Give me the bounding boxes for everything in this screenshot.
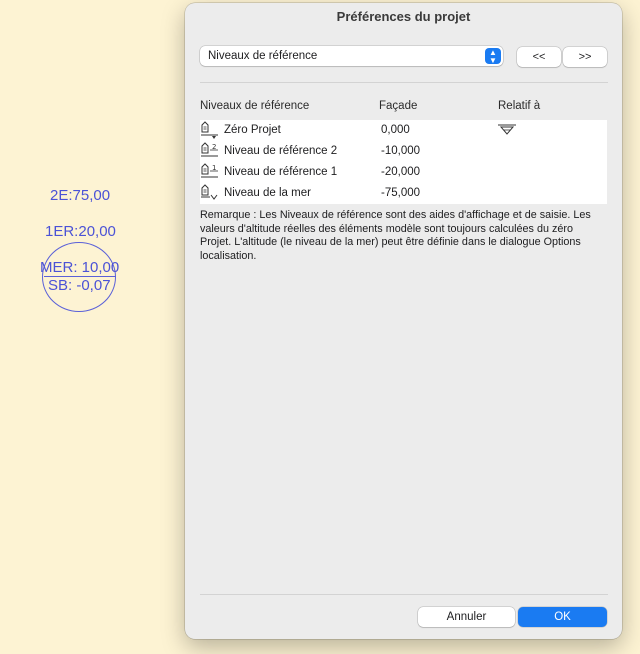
- canvas-label-2e: 2E:75,00: [50, 187, 111, 204]
- table-row[interactable]: Niveau de la mer -75,000: [200, 183, 607, 204]
- reference-level-1-icon: 1: [201, 163, 218, 178]
- level-name: Niveau de référence 1: [224, 166, 338, 178]
- reference-level-2-icon: 2: [201, 142, 218, 157]
- previous-page-button[interactable]: <<: [517, 47, 561, 67]
- level-value[interactable]: -10,000: [381, 141, 420, 162]
- cancel-button[interactable]: Annuler: [418, 607, 515, 627]
- column-header-levels: Niveaux de référence: [200, 100, 310, 112]
- reference-levels-table: Zéro Projet 0,000 2 Niveau de référence …: [200, 120, 607, 204]
- column-header-relative: Relatif à: [498, 100, 541, 112]
- next-page-button[interactable]: >>: [563, 47, 607, 67]
- canvas-label-1er: 1ER:20,00: [45, 223, 116, 240]
- level-name: Niveau de la mer: [224, 187, 311, 199]
- dialog-title: Préférences du projet: [336, 9, 471, 24]
- level-name: Zéro Projet: [224, 124, 281, 136]
- category-select[interactable]: Niveaux de référence ▲ ▼: [200, 46, 503, 66]
- divider: [200, 82, 608, 83]
- level-value[interactable]: -75,000: [381, 183, 420, 204]
- table-row[interactable]: 1 Niveau de référence 1 -20,000: [200, 162, 607, 183]
- canvas-label-sb: SB: -0,07: [48, 277, 111, 294]
- relative-to-marker-icon: [498, 124, 516, 135]
- divider: [200, 594, 608, 595]
- chevron-updown-icon: ▲ ▼: [485, 48, 501, 65]
- table-row[interactable]: 2 Niveau de référence 2 -10,000: [200, 141, 607, 162]
- sea-level-icon: [201, 184, 218, 200]
- level-name: Niveau de référence 2: [224, 145, 338, 157]
- category-select-value: Niveaux de référence: [208, 50, 318, 62]
- ok-button[interactable]: OK: [518, 607, 607, 627]
- project-preferences-dialog: Préférences du projet Niveaux de référen…: [185, 3, 622, 639]
- level-value[interactable]: 0,000: [381, 120, 410, 141]
- column-header-facade: Façade: [379, 100, 418, 112]
- level-value[interactable]: -20,000: [381, 162, 420, 183]
- note-text: Remarque : Les Niveaux de référence sont…: [200, 209, 591, 262]
- project-zero-icon: [201, 121, 218, 139]
- canvas-label-mer: MER: 10,00: [40, 259, 120, 276]
- table-row[interactable]: Zéro Projet 0,000: [200, 120, 607, 141]
